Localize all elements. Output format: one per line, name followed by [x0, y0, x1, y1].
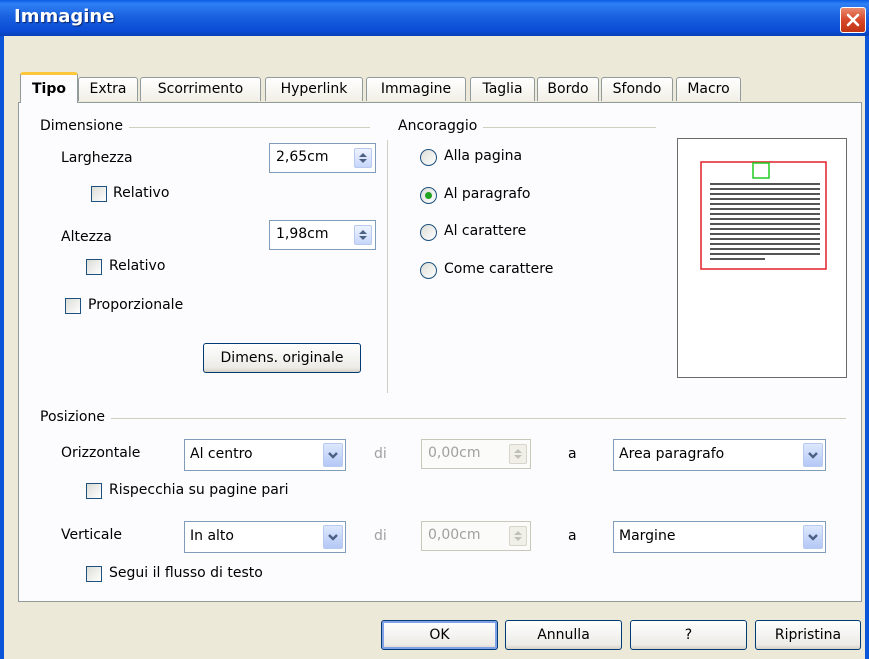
- chevron-down-icon: [808, 534, 818, 541]
- horizontal-dropdown-button[interactable]: [323, 443, 343, 467]
- vertical-by-label: di: [374, 528, 387, 544]
- anchor-page-radio[interactable]: [420, 149, 437, 166]
- vertical-by-spinbox[interactable]: 0,00cm: [421, 521, 531, 551]
- anchor-paragraph-radio[interactable]: [420, 187, 437, 204]
- horizontal-label: Orizzontale: [61, 445, 141, 461]
- height-label: Altezza: [61, 229, 112, 245]
- horizontal-by-spinbox[interactable]: 0,00cm: [421, 439, 531, 469]
- horizontal-to-dropdown-button[interactable]: [803, 443, 823, 467]
- spin-arrows-icon: [514, 449, 522, 459]
- anchor-character-label: Al carattere: [444, 223, 527, 239]
- vertical-dropdown-button[interactable]: [323, 525, 343, 549]
- width-spin-arrows[interactable]: [354, 148, 372, 168]
- vertical-select-value: In alto: [190, 528, 234, 544]
- preview-text-lines: [710, 183, 820, 260]
- horizontal-to-select[interactable]: Area paragrafo: [613, 439, 826, 471]
- width-spinbox[interactable]: 2,65cm: [269, 143, 376, 173]
- horizontal-select[interactable]: Al centro: [184, 439, 346, 471]
- ok-button[interactable]: OK: [381, 620, 498, 650]
- height-spinbox[interactable]: 1,98cm: [269, 220, 376, 250]
- horizontal-select-value: Al centro: [190, 446, 253, 462]
- width-relative-label: Relativo: [113, 185, 170, 201]
- vertical-to-value: Margine: [619, 528, 676, 544]
- follow-flow-label: Segui il flusso di testo: [109, 565, 263, 581]
- vertical-to-dropdown-button[interactable]: [803, 525, 823, 549]
- position-group-line: [40, 418, 846, 419]
- width-relative-checkbox[interactable]: [91, 186, 107, 202]
- spin-arrows-icon: [359, 230, 367, 240]
- anchor-as-character-radio[interactable]: [420, 262, 437, 279]
- width-value: 2,65cm: [276, 149, 329, 165]
- anchor-paragraph-label: Al paragrafo: [444, 186, 531, 202]
- height-relative-label: Relativo: [109, 258, 166, 274]
- height-relative-checkbox[interactable]: [86, 259, 102, 275]
- chevron-down-icon: [328, 534, 338, 541]
- spin-arrows-icon: [514, 531, 522, 541]
- horizontal-to-label: a: [568, 446, 577, 462]
- proportional-checkbox[interactable]: [65, 298, 81, 314]
- horizontal-by-value: 0,00cm: [428, 445, 481, 461]
- height-value: 1,98cm: [276, 226, 329, 242]
- horizontal-by-spin-arrows[interactable]: [509, 444, 527, 464]
- height-spin-arrows[interactable]: [354, 225, 372, 245]
- anchor-as-character-label: Come carattere: [444, 261, 554, 277]
- follow-flow-checkbox[interactable]: [86, 566, 102, 582]
- preview-illustration: [700, 161, 827, 270]
- vertical-label: Verticale: [61, 527, 123, 543]
- anchor-character-radio[interactable]: [420, 224, 437, 241]
- vertical-to-select[interactable]: Margine: [613, 521, 826, 553]
- spin-arrows-icon: [359, 153, 367, 163]
- vertical-to-label: a: [568, 528, 577, 544]
- anchor-preview: [677, 138, 847, 378]
- horizontal-by-label: di: [374, 446, 387, 462]
- original-size-button[interactable]: Dimens. originale: [203, 343, 361, 373]
- vertical-by-spin-arrows[interactable]: [509, 526, 527, 546]
- position-group-title: Posizione: [40, 409, 111, 425]
- mirror-label: Rispecchia su pagine pari: [109, 482, 289, 498]
- vertical-select[interactable]: In alto: [184, 521, 346, 553]
- size-group-title: Dimensione: [40, 118, 130, 134]
- proportional-label: Proporzionale: [88, 297, 184, 313]
- anchor-page-label: Alla pagina: [444, 148, 523, 164]
- group-separator: [387, 140, 388, 393]
- horizontal-to-value: Area paragrafo: [619, 446, 725, 462]
- chevron-down-icon: [808, 452, 818, 459]
- radio-selected-dot: [425, 192, 432, 199]
- mirror-checkbox[interactable]: [86, 483, 102, 499]
- reset-button[interactable]: Ripristina: [755, 620, 861, 650]
- cancel-button[interactable]: Annulla: [505, 620, 622, 650]
- preview-image-box: [752, 162, 770, 179]
- chevron-down-icon: [328, 452, 338, 459]
- vertical-by-value: 0,00cm: [428, 527, 481, 543]
- width-label: Larghezza: [61, 150, 133, 166]
- help-button[interactable]: ?: [630, 620, 747, 650]
- anchor-group-title: Ancoraggio: [398, 118, 484, 134]
